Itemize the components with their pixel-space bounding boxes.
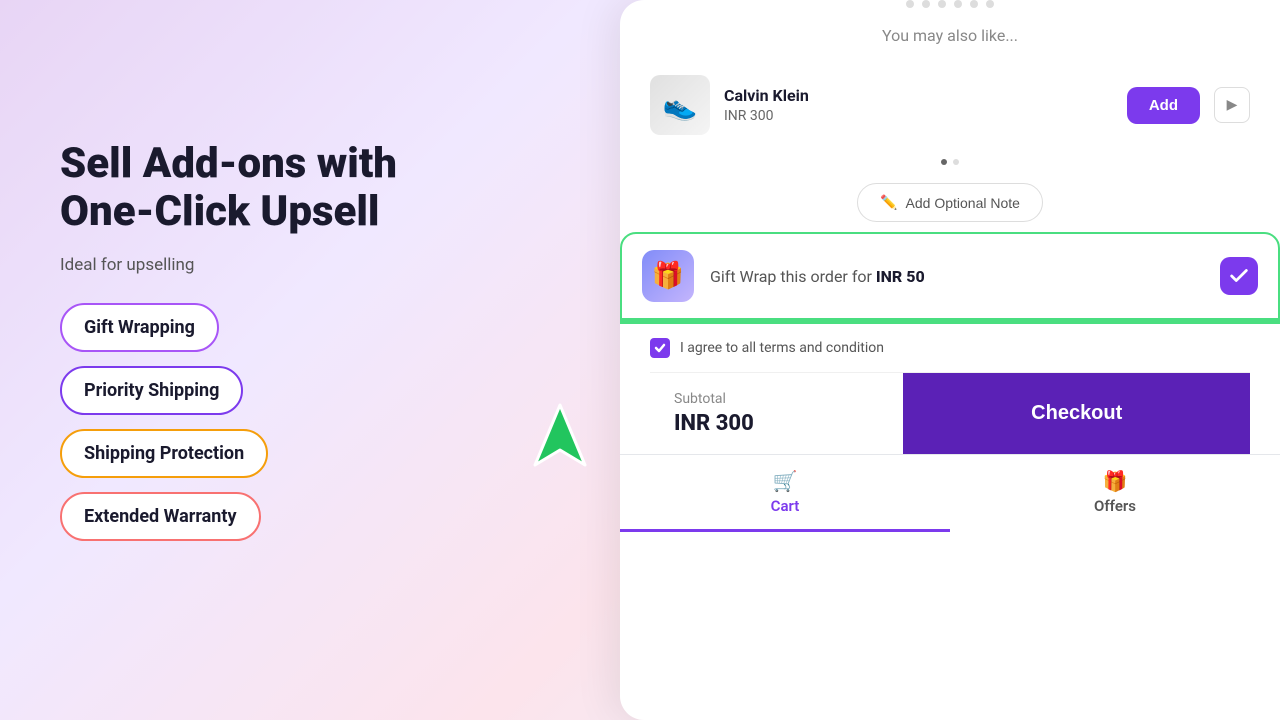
- product-info: Calvin Klein INR 300: [724, 86, 1113, 124]
- main-title: Sell Add-ons with One-Click Upsell: [60, 140, 480, 237]
- gift-wrap-check-icon[interactable]: [1220, 257, 1258, 295]
- gift-wrap-card[interactable]: 🎁 Gift Wrap this order for INR 50: [620, 232, 1280, 320]
- dot-5: [970, 0, 978, 8]
- offers-icon: 🎁: [1103, 469, 1128, 493]
- dots-navigation: [650, 0, 1250, 8]
- subtitle: Ideal for upselling: [60, 255, 480, 275]
- tag-gift-wrapping: Gift Wrapping: [60, 303, 219, 352]
- cart-label: Cart: [771, 497, 800, 515]
- product-name: Calvin Klein: [724, 86, 1113, 105]
- terms-container: I agree to all terms and condition Subto…: [620, 324, 1280, 454]
- dot-1: [906, 0, 914, 8]
- tag-extended-warranty: Extended Warranty: [60, 492, 261, 541]
- dot-4: [954, 0, 962, 8]
- tag-shipping-protection: Shipping Protection: [60, 429, 268, 478]
- chevron-right-icon[interactable]: ▶: [1214, 87, 1250, 123]
- terms-row: I agree to all terms and condition: [650, 324, 1250, 372]
- dot-3: [938, 0, 946, 8]
- dot-2: [922, 0, 930, 8]
- checkout-button[interactable]: Checkout: [903, 373, 1250, 454]
- right-panel: You may also like... 👟 Calvin Klein INR …: [620, 0, 1280, 720]
- add-product-button[interactable]: Add: [1127, 87, 1200, 124]
- nav-bar: 🛒 Cart 🎁 Offers: [620, 454, 1280, 532]
- product-row: 👟 Calvin Klein INR 300 Add ▶: [650, 65, 1250, 145]
- subtotal-amount: INR 300: [674, 411, 879, 436]
- add-optional-note-button[interactable]: ✏️ Add Optional Note: [857, 183, 1043, 222]
- optional-note-row: ✏️ Add Optional Note: [650, 183, 1250, 222]
- terms-label: I agree to all terms and condition: [680, 340, 884, 356]
- mini-dot-2: [953, 159, 959, 165]
- subtotal-section: Subtotal INR 300: [650, 373, 903, 454]
- nav-cart-item[interactable]: 🛒 Cart: [620, 455, 950, 532]
- terms-checkbox[interactable]: [650, 338, 670, 358]
- left-panel: Sell Add-ons with One-Click Upsell Ideal…: [60, 140, 480, 541]
- bottom-action-row: Subtotal INR 300 Checkout: [650, 372, 1250, 454]
- gift-wrap-icon: 🎁: [642, 250, 694, 302]
- product-thumbnail: 👟: [650, 75, 710, 135]
- subtotal-label: Subtotal: [674, 391, 879, 407]
- cart-icon: 🛒: [773, 469, 798, 493]
- panel-content: You may also like... 👟 Calvin Klein INR …: [620, 0, 1280, 222]
- tag-list: Gift Wrapping Priority Shipping Shipping…: [60, 303, 480, 541]
- tag-priority-shipping: Priority Shipping: [60, 366, 243, 415]
- product-price: INR 300: [724, 108, 1113, 124]
- arrow-cursor-icon: [530, 400, 590, 470]
- mini-dot-1: [941, 159, 947, 165]
- mini-dots: [650, 159, 1250, 165]
- nav-offers-item[interactable]: 🎁 Offers: [950, 455, 1280, 532]
- pencil-icon: ✏️: [880, 194, 897, 211]
- also-like-title: You may also like...: [650, 26, 1250, 45]
- dot-6: [986, 0, 994, 8]
- offers-label: Offers: [1094, 497, 1136, 515]
- gift-wrap-label: Gift Wrap this order for INR 50: [710, 267, 1204, 286]
